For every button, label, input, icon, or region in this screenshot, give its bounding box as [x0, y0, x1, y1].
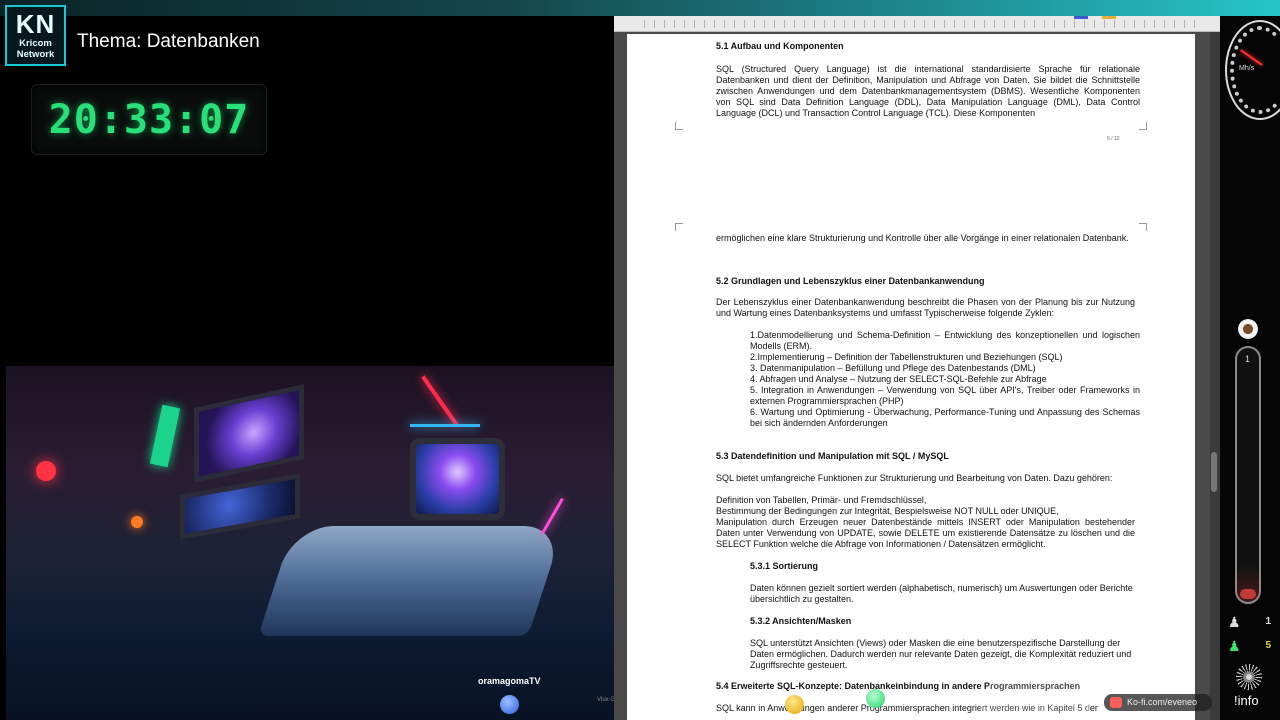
heading-5-2: 5.2 Grundlagen und Lebenszyklus einer Da… — [716, 276, 985, 286]
lifecycle-list: 1.Datenmodellierung und Schema-Definitio… — [750, 330, 1140, 429]
list-item: 1.Datenmodellierung und Schema-Definitio… — [750, 330, 1140, 351]
user-green-icon: ♟ — [1228, 638, 1241, 654]
scene-porthole — [410, 438, 505, 520]
document-page-2: ermöglichen eine klare Strukturierung un… — [627, 178, 1195, 720]
heading-5-1: 5.1 Aufbau und Komponenten — [716, 41, 844, 51]
paragraph-5-3-details: Definition von Tabellen, Primär- und Fre… — [716, 495, 1135, 549]
scene-neon-red — [421, 375, 459, 427]
widget-column: Mh/s 1 ♟ 1 ♟ 5 !info — [1220, 16, 1280, 720]
user-icon: ♟ — [1228, 614, 1241, 630]
scene-neon-pink — [541, 497, 564, 535]
yellow-orb-icon — [785, 695, 804, 714]
heading-5-3: 5.3 Datendefinition und Manipulation mit… — [716, 451, 949, 461]
scrollbar-thumb[interactable] — [1211, 452, 1217, 492]
info-command: !info — [1234, 693, 1259, 708]
digital-clock: 20:33:07 — [31, 84, 267, 155]
follower-stat-row: ♟ 5 — [1228, 637, 1273, 655]
scene-bed — [258, 526, 564, 636]
scene-window-nebula — [194, 384, 304, 483]
clock-time: 20:33:07 — [48, 97, 250, 143]
kofi-link[interactable]: Ko-fi.com/eveneo — [1104, 694, 1212, 711]
scene-window-stars — [180, 473, 300, 540]
ruler-ticks — [644, 20, 1204, 28]
blue-orb-icon — [500, 695, 519, 714]
coffee-level-tube — [1235, 346, 1261, 604]
heading-5-3-1: 5.3.1 Sortierung — [750, 561, 819, 571]
green-orb-icon — [866, 689, 885, 708]
tube-fill — [1240, 589, 1256, 599]
kofi-text: Ko-fi.com/eveneo — [1127, 697, 1198, 707]
scene-lamp-green — [149, 404, 181, 468]
list-item: 5. Integration in Anwendungen – Verwendu… — [750, 385, 1140, 406]
logo-line1: Kricom — [19, 38, 52, 49]
spaceship-bedroom-image — [6, 366, 614, 720]
margin-corner — [1139, 223, 1147, 231]
streamer-name: oramagomaTV — [478, 676, 541, 686]
paragraph-5-2: Der Lebenszyklus einer Datenbankanwendun… — [716, 297, 1135, 318]
horizontal-ruler[interactable] — [614, 16, 1220, 32]
kofi-cup-icon — [1110, 697, 1122, 708]
scene-neon-blue — [410, 424, 480, 427]
paragraph-5-1: SQL (Structured Query Language) ist die … — [716, 64, 1140, 118]
ruler-tab-marker[interactable] — [1102, 16, 1116, 19]
tube-counter: 1 — [1245, 354, 1251, 364]
scene-lamp-orange — [131, 516, 143, 528]
channel-logo: KN Kricom Network — [5, 5, 66, 66]
margin-corner — [675, 223, 683, 231]
paragraph-5-3-1: Daten können gezielt sortiert werden (al… — [750, 583, 1133, 604]
gauge-unit-label: Mh/s — [1239, 65, 1255, 72]
margin-corner — [1139, 122, 1147, 130]
coffee-cup-icon — [1238, 319, 1258, 339]
viewer-stat-row: ♟ 1 — [1228, 613, 1273, 631]
paragraph-continued: ermöglichen eine klare Strukturierung un… — [716, 233, 1129, 243]
paragraph-5-3: SQL bietet umfangreiche Funktionen zur S… — [716, 473, 1113, 483]
document-page-1: 5.1 Aufbau und Komponenten SQL (Structur… — [627, 34, 1195, 181]
list-item: 6. Wartung und Optimierung - Überwachung… — [750, 407, 1140, 428]
vertical-scrollbar[interactable] — [1210, 32, 1220, 720]
list-item: 2.Implementierung – Definition der Tabel… — [750, 352, 1063, 362]
logo-line2: Network — [16, 49, 55, 60]
document-viewer[interactable]: 5.1 Aufbau und Komponenten SQL (Structur… — [614, 16, 1220, 720]
ruler-tab-marker[interactable] — [1074, 16, 1088, 19]
topic-title: Thema: Datenbanken — [77, 31, 260, 52]
logo-mark: KN — [15, 9, 56, 39]
list-item: 3. Datenmanipulation – Befüllung und Pfl… — [750, 363, 1036, 373]
watt-label: Watt — [1027, 693, 1044, 702]
heading-5-3-2: 5.3.2 Ansichten/Masken — [750, 616, 852, 626]
list-item: 4. Abfragen und Analyse – Nutzung der SE… — [750, 374, 1047, 384]
top-accent-bar — [0, 0, 1280, 16]
paragraph-5-3-2: SQL unterstützt Ansichten (Views) oder M… — [750, 638, 1132, 670]
page-number: 5 / 12 — [1107, 136, 1120, 142]
margin-corner — [675, 122, 683, 130]
viewer-count: 1 — [1265, 616, 1271, 627]
burst-icon — [1236, 664, 1262, 690]
scene-lamp-red — [36, 461, 56, 481]
follower-count: 5 — [1265, 640, 1271, 651]
